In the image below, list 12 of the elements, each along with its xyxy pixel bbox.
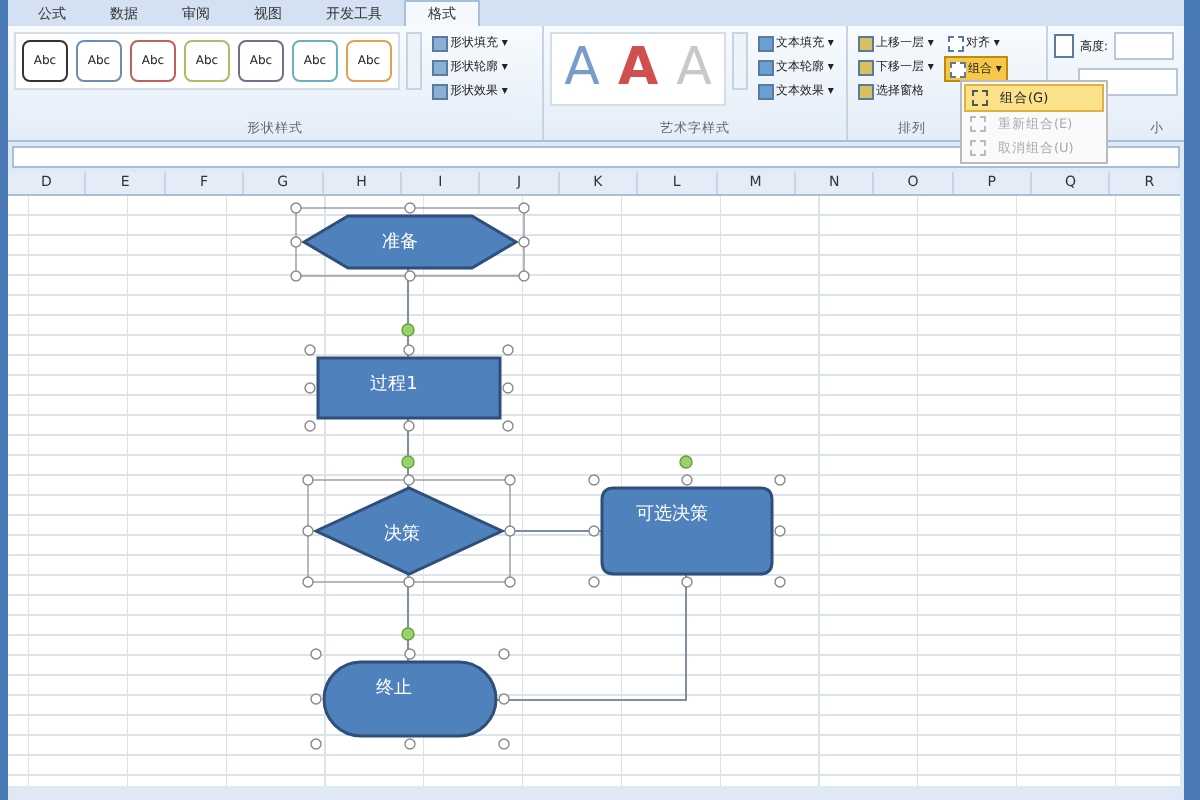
- height-icon: [1054, 34, 1074, 58]
- rotation-handle[interactable]: [401, 455, 415, 469]
- rotation-handle[interactable]: [401, 323, 415, 337]
- gallery-scroll-icon[interactable]: [406, 32, 422, 90]
- gallery-scroll-icon[interactable]: [732, 32, 748, 90]
- rotation-handle[interactable]: [679, 455, 693, 469]
- height-field[interactable]: [1114, 32, 1175, 60]
- flowchart-shape[interactable]: 准备: [290, 202, 530, 282]
- rotation-handle[interactable]: [401, 627, 415, 641]
- flowchart-shape[interactable]: 决策: [302, 474, 516, 588]
- align-icon: [947, 35, 964, 51]
- wordart-style-swatch[interactable]: A: [614, 40, 662, 98]
